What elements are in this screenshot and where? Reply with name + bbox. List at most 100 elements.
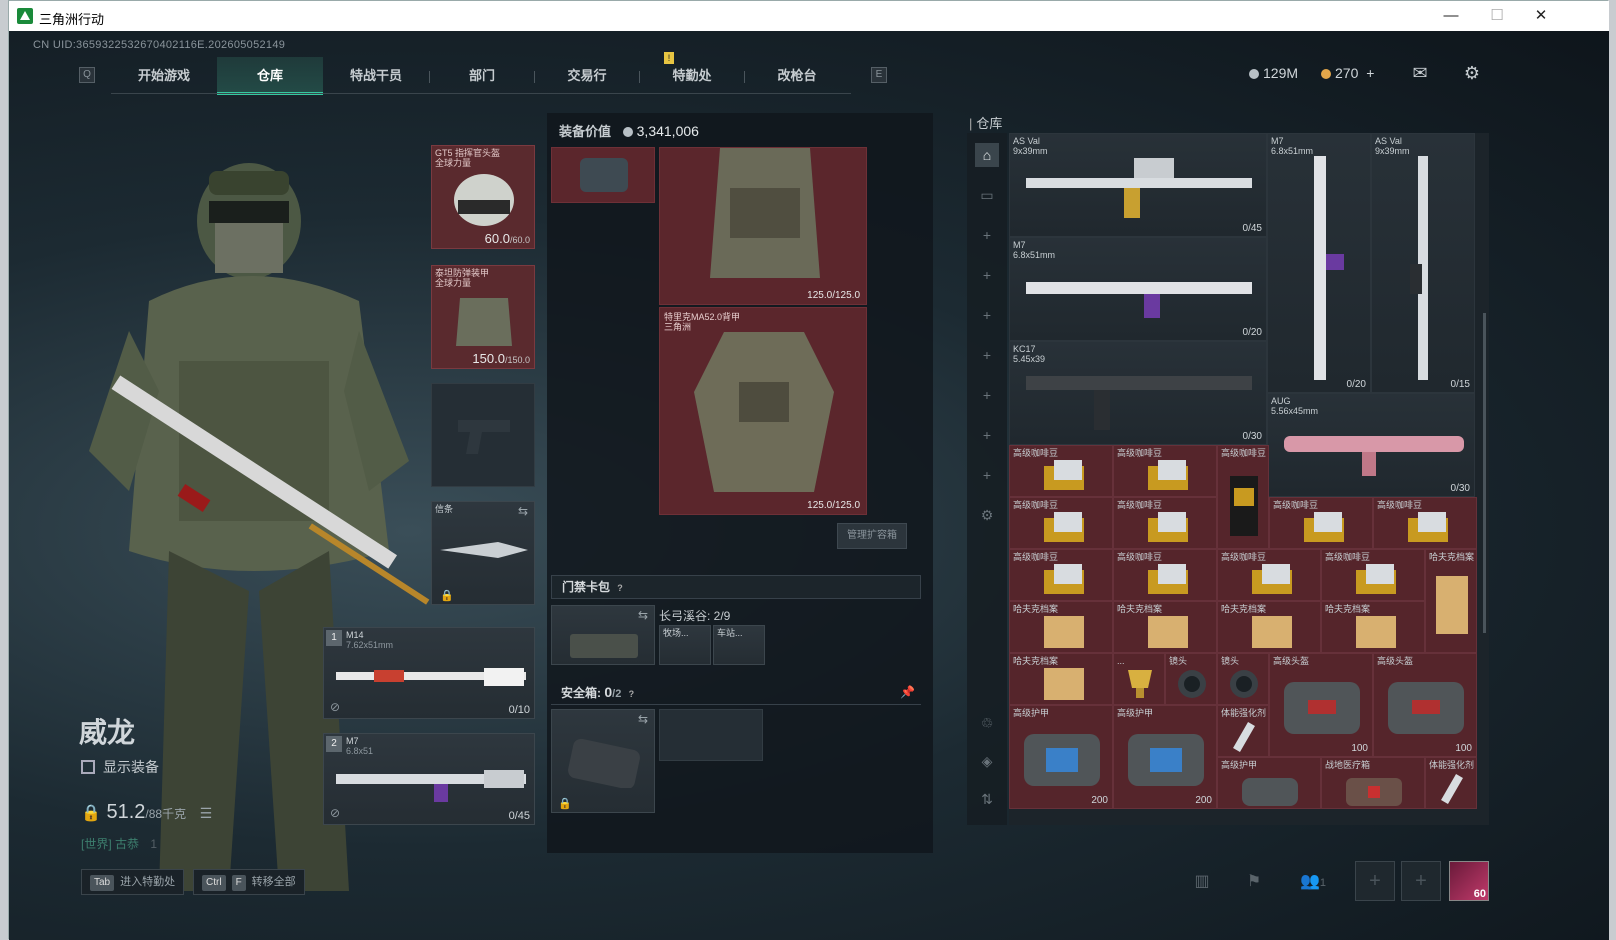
add-tab-icon[interactable]: + (975, 263, 999, 287)
mail-icon[interactable]: ✉ (1409, 63, 1431, 83)
team-slot-add[interactable]: + (1355, 861, 1395, 901)
pin-icon[interactable]: 📌 (900, 681, 915, 703)
no-attachment-icon: ⊘ (330, 700, 341, 714)
warehouse-item-archive[interactable]: 哈夫克档案 (1217, 601, 1321, 653)
warehouse-item-archive[interactable]: 哈夫克档案 (1009, 601, 1113, 653)
add-tab-icon[interactable]: + (975, 223, 999, 247)
warehouse-item-coffee[interactable]: 高级咖啡豆 (1113, 445, 1217, 497)
nav-prev-key[interactable]: Q (79, 67, 95, 83)
key-item[interactable]: 牧场... (659, 625, 711, 665)
chest-rig-slot[interactable]: 125.0/125.0 (659, 147, 867, 305)
help-icon[interactable]: ? (614, 582, 626, 594)
show-equipment-checkbox[interactable] (81, 760, 95, 774)
warehouse-gun-item[interactable]: KC17 5.45x39 0/30 (1009, 341, 1267, 445)
warehouse-item-coffee[interactable]: 高级咖啡豆 (1113, 497, 1217, 549)
warehouse-item-coffee[interactable]: 高级咖啡豆 (1009, 497, 1113, 549)
warehouse-item-stim[interactable]: 体能强化剂 (1425, 757, 1477, 809)
warehouse-item-lens[interactable]: 镜头 (1165, 653, 1217, 705)
warehouse-item-archive[interactable]: 哈夫克档案 (1321, 601, 1425, 653)
enter-special-ops-button[interactable]: Tab 进入特勤处 (81, 869, 185, 895)
warehouse-scrollbar[interactable] (1483, 313, 1486, 633)
warehouse-item-stim[interactable]: 体能强化剂 (1217, 705, 1269, 757)
warehouse-gun-item[interactable]: AS Val 9x39mm 0/45 (1009, 133, 1267, 237)
recycle-icon[interactable]: ♲ (975, 711, 999, 735)
warehouse-item-archive[interactable]: 哈夫克档案 (1009, 653, 1113, 705)
keycard-case-slot[interactable]: ⇆ (551, 605, 655, 665)
safebox-slot[interactable]: ⇆ 🔒 (551, 709, 655, 813)
help-icon[interactable]: ? (625, 688, 637, 700)
swap-icon[interactable]: ⇆ (638, 712, 648, 726)
warehouse-item-helmet-case[interactable]: 高级头盔 100 (1269, 653, 1373, 757)
settings-gear-icon[interactable]: ⚙ (975, 503, 999, 527)
warehouse-item-armor-case[interactable]: 高级护甲 200 (1113, 705, 1217, 809)
add-tab-icon[interactable]: + (975, 423, 999, 447)
warehouse-item-lens[interactable]: 镜头 (1217, 653, 1269, 705)
safebox-empty-cell[interactable] (659, 709, 763, 761)
warehouse-item-medkit[interactable]: 战地医疗箱 (1321, 757, 1425, 809)
pistol-slot[interactable] (431, 383, 535, 487)
warehouse-gun-item[interactable]: M7 6.8x51mm 0/20 (1267, 133, 1371, 393)
nav-next-key[interactable]: E (871, 67, 887, 83)
add-tab-icon[interactable]: + (975, 303, 999, 327)
world-chat[interactable]: [世界] 古恭 1 (81, 835, 157, 852)
armor-slot[interactable]: 泰坦防弹装甲 全球力量 150.0/150.0 (431, 265, 535, 369)
primary-weapon-slot[interactable]: 1 M14 7.62x51mm ⊘ 0/10 (323, 627, 535, 719)
warehouse-item-archive[interactable]: 哈夫克档案 (1113, 601, 1217, 653)
warehouse-sidebar: ⌂ ▭ + + + + + + + ⚙ ♲ ◈ ⇅ (967, 133, 1007, 825)
secondary-weapon-slot[interactable]: 2 M7 6.8x51 ⊘ 0/45 (323, 733, 535, 825)
tab-start-game[interactable]: 开始游戏 (111, 57, 217, 95)
warehouse-item-archive[interactable]: 哈夫克档案 (1425, 549, 1477, 653)
manage-expansion-button[interactable]: 管理扩容箱 (837, 523, 907, 549)
warehouse-item-coffee-bag[interactable]: 高级咖啡豆 (1217, 445, 1269, 549)
settings-gear-icon[interactable]: ⚙ (1461, 63, 1483, 83)
pouch-slot[interactable] (551, 147, 655, 203)
add-tab-icon[interactable]: + (975, 383, 999, 407)
warehouse-gun-item[interactable]: AS Val 9x39mm 0/15 (1371, 133, 1475, 393)
add-tab-icon[interactable]: + (975, 463, 999, 487)
warehouse-gun-item[interactable]: AUG 5.56x45mm 0/30 (1267, 393, 1475, 497)
add-tab-icon[interactable]: + (975, 343, 999, 367)
body-armor-slot[interactable]: 特里克MA52.0背甲 三角洲 125.0/125.0 (659, 307, 867, 515)
warehouse-item-trophy[interactable]: ... (1113, 653, 1165, 705)
warehouse-item-coffee[interactable]: 高级咖啡豆 (1113, 549, 1217, 601)
folder-icon[interactable]: ▭ (975, 183, 999, 207)
warehouse-item-armor-case[interactable]: 高级护甲 (1217, 757, 1321, 809)
show-equipment-toggle[interactable]: 显示装备 (81, 757, 159, 777)
warehouse-item-coffee[interactable]: 高级咖啡豆 (1009, 445, 1113, 497)
tab-special-ops[interactable]: 特勤处 (639, 57, 745, 95)
flag-icon[interactable]: ⚑ (1241, 869, 1267, 895)
key-item[interactable]: 车站... (713, 625, 765, 665)
warehouse-item-armor-case[interactable]: 高级护甲 200 (1009, 705, 1113, 809)
warehouse-item-coffee[interactable]: 高级咖啡豆 (1373, 497, 1477, 549)
list-icon[interactable]: ☰ (200, 805, 213, 821)
maximize-button[interactable]: ☐ (1475, 4, 1519, 28)
transfer-all-button[interactable]: Ctrl F 转移全部 (193, 869, 305, 895)
tab-operators[interactable]: 特战干员 (323, 57, 429, 95)
friends-icon[interactable]: 👥1 (1293, 869, 1333, 895)
tab-trading[interactable]: 交易行 (534, 57, 640, 95)
tab-gunsmith[interactable]: 改枪台 (744, 57, 850, 95)
add-currency-button[interactable]: + (1366, 65, 1374, 81)
swap-icon[interactable]: ⇆ (638, 608, 648, 622)
minimize-button[interactable]: — (1429, 4, 1473, 28)
swap-icon[interactable]: ⇆ (518, 504, 528, 518)
player-avatar[interactable]: 60 (1449, 861, 1489, 901)
warehouse-item-coffee[interactable]: 高级咖啡豆 (1321, 549, 1425, 601)
tab-department[interactable]: 部门 (429, 57, 535, 95)
layers-icon[interactable]: ◈ (975, 749, 999, 773)
warehouse-all-icon[interactable]: ⌂ (975, 143, 999, 167)
sort-icon[interactable]: ⇅ (975, 787, 999, 811)
melee-slot[interactable]: 信条 ⇆ 🔒 (431, 501, 535, 605)
warehouse-item-coffee[interactable]: 高级咖啡豆 (1269, 497, 1373, 549)
team-slot-add[interactable]: + (1401, 861, 1441, 901)
helmet-slot[interactable]: GT5 指挥官头盔 全球力量 60.0/60.0 (431, 145, 535, 249)
tab-warehouse[interactable]: 仓库 (217, 57, 323, 95)
close-button[interactable]: ✕ (1519, 4, 1563, 28)
warehouse-item-coffee[interactable]: 高级咖啡豆 (1217, 549, 1321, 601)
warehouse-item-helmet-case[interactable]: 高级头盔 100 (1373, 653, 1477, 757)
item-count: 100 (1455, 743, 1472, 754)
warehouse-item-coffee[interactable]: 高级咖啡豆 (1009, 549, 1113, 601)
stats-chart-icon[interactable]: ▥ (1189, 869, 1215, 895)
secondary-ammo: 0/45 (508, 810, 530, 822)
warehouse-gun-item[interactable]: M7 6.8x51mm 0/20 (1009, 237, 1267, 341)
